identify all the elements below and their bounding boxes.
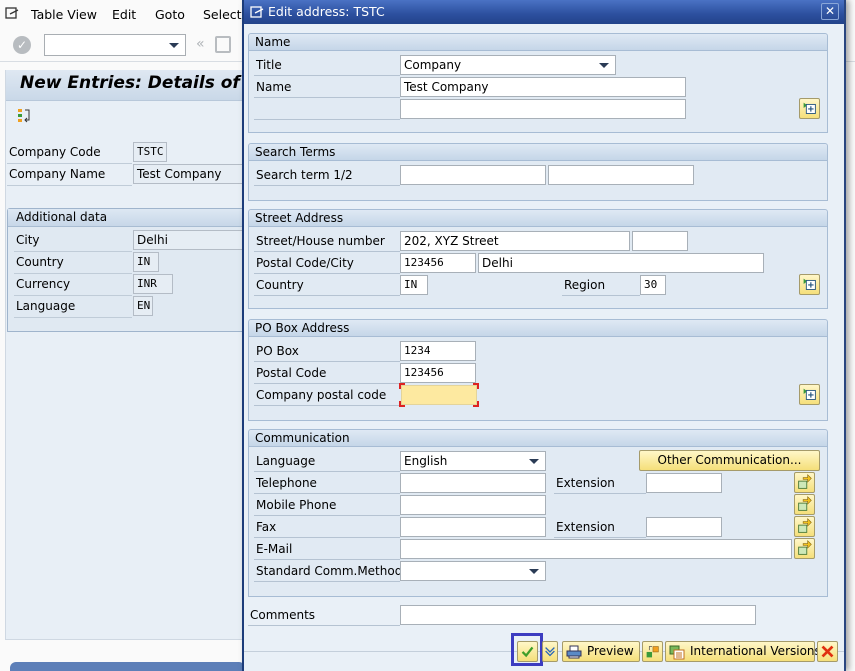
- back-icon[interactable]: «: [196, 36, 205, 52]
- enter-check-icon[interactable]: ✓: [13, 36, 31, 54]
- language-field[interactable]: EN: [133, 296, 153, 316]
- search-term2-input[interactable]: [548, 165, 694, 185]
- group-title: Name: [249, 34, 827, 51]
- po-postal-code-label: Postal Code: [256, 366, 327, 380]
- expand-address-icon[interactable]: [799, 274, 820, 295]
- mobile-more-icon[interactable]: [794, 494, 815, 515]
- std-comm-method-dropdown[interactable]: [400, 561, 546, 581]
- street-label: Street/House number: [256, 234, 385, 248]
- other-communication-button[interactable]: Other Communication...: [639, 450, 820, 471]
- comm-language-label: Language: [256, 454, 316, 468]
- fax-more-icon[interactable]: [794, 516, 815, 537]
- search-term-label: Search term 1/2: [256, 168, 353, 182]
- group-title: Communication: [249, 430, 827, 447]
- close-button[interactable]: ✕: [821, 3, 839, 20]
- expand-po-box-icon[interactable]: [799, 384, 820, 405]
- po-box-label: PO Box: [256, 344, 299, 358]
- po-postal-code-input[interactable]: 123456: [400, 363, 476, 383]
- printer-icon: [566, 645, 582, 659]
- chevron-down-icon: [599, 63, 609, 68]
- company-code-label: Company Code: [9, 145, 101, 159]
- status-bar: [10, 662, 245, 671]
- name-label: Name: [256, 80, 292, 94]
- extension-label: Extension: [556, 476, 615, 490]
- save-icon[interactable]: [215, 36, 231, 53]
- email-more-icon[interactable]: [794, 538, 815, 559]
- mobile-label: Mobile Phone: [256, 498, 337, 512]
- language-label: Language: [16, 299, 76, 313]
- dialog-icon: [250, 6, 264, 18]
- company-code-field[interactable]: TSTC: [133, 142, 167, 162]
- telephone-input[interactable]: [400, 473, 546, 493]
- telephone-label: Telephone: [256, 476, 317, 490]
- fax-extension-label: Extension: [556, 520, 615, 534]
- postal-code-input[interactable]: 123456: [400, 253, 476, 273]
- currency-field[interactable]: INR: [133, 274, 173, 294]
- search-term1-input[interactable]: [400, 165, 546, 185]
- city-field[interactable]: Delhi: [133, 230, 245, 250]
- dialog-footer: Preview International Versions: [244, 630, 844, 671]
- expand-name-icon[interactable]: [799, 98, 820, 119]
- country-input[interactable]: IN: [400, 275, 428, 295]
- po-box-input[interactable]: 1234: [400, 341, 476, 361]
- additional-data-group: Additional data: [7, 208, 247, 332]
- mobile-input[interactable]: [400, 495, 546, 515]
- group-title: Additional data: [8, 209, 246, 227]
- email-input[interactable]: [400, 539, 792, 559]
- versions-icon: [669, 645, 685, 660]
- country-field[interactable]: IN: [133, 252, 159, 272]
- currency-label: Currency: [16, 277, 71, 291]
- title-dropdown[interactable]: Company: [400, 55, 616, 75]
- command-field[interactable]: [44, 34, 186, 56]
- menu-icon[interactable]: [5, 7, 19, 19]
- group-title: Search Terms: [249, 144, 827, 161]
- chevron-down-icon[interactable]: [169, 43, 179, 48]
- name-input[interactable]: Test Company: [400, 77, 686, 97]
- cancel-icon[interactable]: [817, 641, 838, 662]
- chevron-down-icon: [529, 569, 539, 574]
- postal-city-label: Postal Code/City: [256, 256, 354, 270]
- fax-input[interactable]: [400, 517, 546, 537]
- city-input[interactable]: Delhi: [478, 253, 764, 273]
- title-label: Title: [256, 58, 282, 72]
- fax-extension-input[interactable]: [646, 517, 722, 537]
- group-title: PO Box Address: [249, 320, 827, 337]
- telephone-more-icon[interactable]: [794, 472, 815, 493]
- name2-input[interactable]: [400, 99, 686, 119]
- international-versions-button[interactable]: International Versions: [665, 641, 821, 662]
- expand-down-icon[interactable]: [542, 641, 558, 662]
- region-input[interactable]: 30: [640, 275, 666, 295]
- fax-label: Fax: [256, 520, 277, 534]
- street-input[interactable]: 202, XYZ Street: [400, 231, 630, 251]
- comments-label: Comments: [250, 608, 316, 622]
- company-name-label: Company Name: [9, 167, 106, 181]
- menu-selection[interactable]: Selection: [203, 7, 243, 22]
- edit-address-dialog: Edit address: TSTC ✕ Name Title Company …: [242, 0, 846, 671]
- comm-language-dropdown[interactable]: English: [400, 451, 546, 471]
- tel-extension-input[interactable]: [646, 473, 722, 493]
- region-label: Region: [564, 278, 606, 292]
- std-comm-method-label: Standard Comm.Method: [256, 564, 403, 578]
- select-entries-icon[interactable]: [17, 108, 33, 124]
- email-label: E-Mail: [256, 542, 293, 556]
- group-title: Street Address: [249, 210, 827, 227]
- company-postal-code-label: Company postal code: [256, 388, 387, 402]
- menu-edit[interactable]: Edit: [112, 7, 136, 22]
- country-label: Country: [256, 278, 304, 292]
- comments-input[interactable]: [400, 605, 756, 625]
- city-label: City: [16, 233, 40, 247]
- company-name-field[interactable]: Test Company: [133, 164, 245, 184]
- company-postal-code-input[interactable]: [401, 385, 477, 405]
- change-layout-icon[interactable]: [642, 641, 663, 662]
- menu-table-view[interactable]: Table View: [31, 7, 97, 22]
- preview-button[interactable]: Preview: [562, 641, 640, 662]
- house-number-input[interactable]: [632, 231, 688, 251]
- country-label: Country: [16, 255, 64, 269]
- dialog-title: Edit address: TSTC: [268, 4, 385, 19]
- menu-goto[interactable]: Goto: [155, 7, 185, 22]
- page-title-bar: New Entries: Details of Added Entries: [6, 70, 380, 101]
- continue-check-icon[interactable]: [517, 641, 538, 662]
- dialog-title-bar[interactable]: Edit address: TSTC ✕: [244, 0, 844, 24]
- chevron-down-icon: [529, 459, 539, 464]
